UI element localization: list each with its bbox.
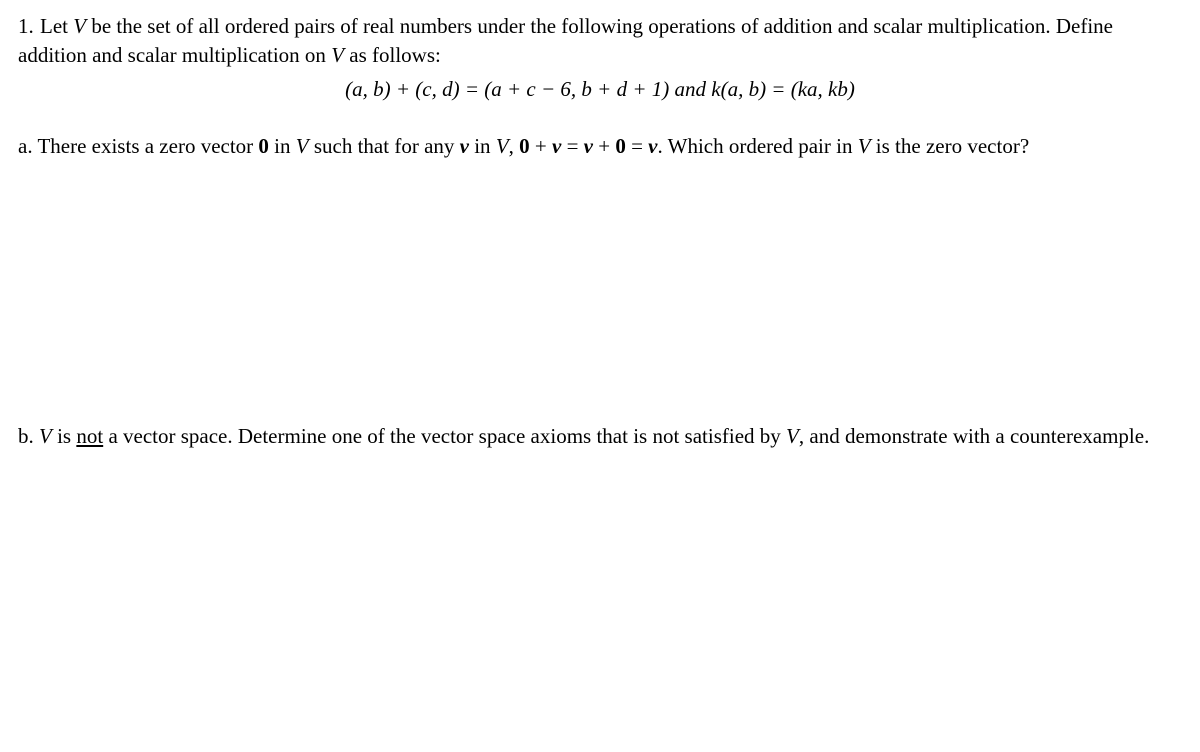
part-a-text-4: ,	[509, 134, 520, 158]
not-underlined: not	[76, 424, 103, 448]
part-a-eq: 0 + v = v + 0 = v	[519, 134, 657, 158]
V-symbol-a1: V	[296, 134, 309, 158]
problem-number: 1.	[18, 14, 34, 38]
V-symbol-a2: V	[496, 134, 509, 158]
part-b-label: b.	[18, 424, 39, 448]
part-a: a. There exists a zero vector 0 in V suc…	[18, 132, 1182, 161]
part-a-text-2: such that for any	[309, 134, 460, 158]
equation: (a, b) + (c, d) = (a + c − 6, b + d + 1)…	[345, 77, 855, 101]
part-a-text-5: . Which ordered pair in	[658, 134, 858, 158]
V-symbol-b1: V	[39, 424, 52, 448]
part-a-label: a. There exists a zero vector	[18, 134, 258, 158]
intro-text-1: Let	[40, 14, 73, 38]
V-symbol: V	[73, 14, 86, 38]
V-symbol-2: V	[331, 43, 344, 67]
part-b-text-3: , and demonstrate with a counterexample.	[799, 424, 1149, 448]
part-a-text-6: is the zero vector?	[871, 134, 1030, 158]
equation-line: (a, b) + (c, d) = (a + c − 6, b + d + 1)…	[18, 75, 1182, 104]
problem-intro: 1. Let V be the set of all ordered pairs…	[18, 12, 1182, 71]
zero-vector: 0	[258, 134, 269, 158]
intro-text-3: as follows:	[344, 43, 441, 67]
part-b-text-1: is	[52, 424, 77, 448]
part-b-text-2: a vector space. Determine one of the vec…	[103, 424, 786, 448]
part-a-text-3: in	[469, 134, 496, 158]
V-symbol-a3: V	[858, 134, 871, 158]
part-a-text-1: in	[269, 134, 296, 158]
V-symbol-b2: V	[786, 424, 799, 448]
intro-text-2: be the set of all ordered pairs of real …	[18, 14, 1113, 67]
v-symbol-1: v	[460, 134, 469, 158]
part-b: b. V is not a vector space. Determine on…	[18, 422, 1182, 451]
